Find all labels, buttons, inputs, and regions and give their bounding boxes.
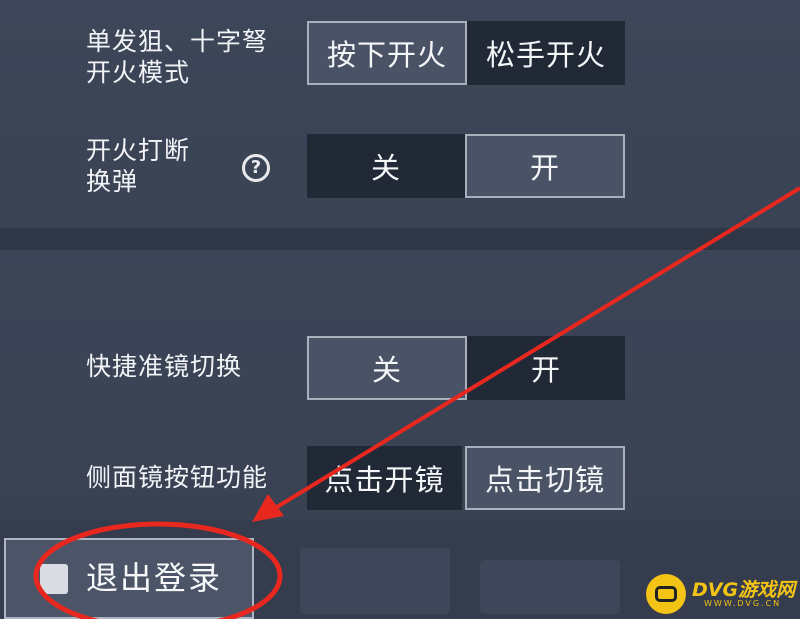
fire-interrupt-reload-toggle[interactable]: 关 开	[307, 134, 625, 198]
fire-interrupt-reload-label-line2: 换弹	[86, 167, 139, 196]
fire-mode-label-line1: 单发狙、十字弩	[86, 27, 269, 56]
quick-scope-switch-toggle[interactable]: 关 开	[307, 336, 625, 400]
side-scope-button-toggle[interactable]: 点击开镜 点击切镜	[307, 446, 625, 510]
gamepad-icon	[646, 574, 686, 614]
fire-interrupt-reload-option-off[interactable]: 关	[307, 134, 465, 198]
side-scope-option-switch[interactable]: 点击切镜	[465, 446, 625, 510]
fire-mode-label-line2: 开火模式	[86, 58, 191, 87]
logout-button-label: 退出登录	[86, 559, 223, 597]
question-circle-icon[interactable]: ?	[242, 154, 270, 182]
fire-interrupt-reload-option-on[interactable]: 开	[465, 134, 625, 198]
watermark-logo: DVG游戏网 WWW.DVG.CN	[642, 572, 796, 616]
fire-mode-option-press[interactable]: 按下开火	[307, 21, 467, 85]
watermark-title: DVG游戏网	[692, 579, 796, 601]
blurred-button	[300, 548, 450, 614]
side-scope-button-label: 侧面镜按钮功能	[86, 463, 269, 492]
logout-button[interactable]: 退出登录	[4, 538, 254, 619]
logout-icon	[40, 564, 68, 594]
quick-scope-switch-option-off[interactable]: 关	[307, 336, 467, 400]
fire-mode-toggle[interactable]: 按下开火 松手开火	[307, 21, 625, 85]
fire-interrupt-reload-label: 开火打断 换弹	[86, 135, 190, 197]
fire-interrupt-reload-label-line1: 开火打断	[86, 136, 191, 165]
fire-mode-label: 单发狙、十字弩 开火模式	[86, 26, 268, 88]
side-scope-option-open[interactable]: 点击开镜	[307, 446, 462, 510]
quick-scope-switch-label: 快捷准镜切换	[86, 352, 243, 381]
blurred-button	[480, 560, 620, 614]
section-divider	[0, 228, 800, 250]
fire-mode-option-release[interactable]: 松手开火	[467, 21, 625, 85]
quick-scope-switch-option-on[interactable]: 开	[467, 336, 625, 400]
watermark-url: WWW.DVG.CN	[704, 599, 782, 608]
